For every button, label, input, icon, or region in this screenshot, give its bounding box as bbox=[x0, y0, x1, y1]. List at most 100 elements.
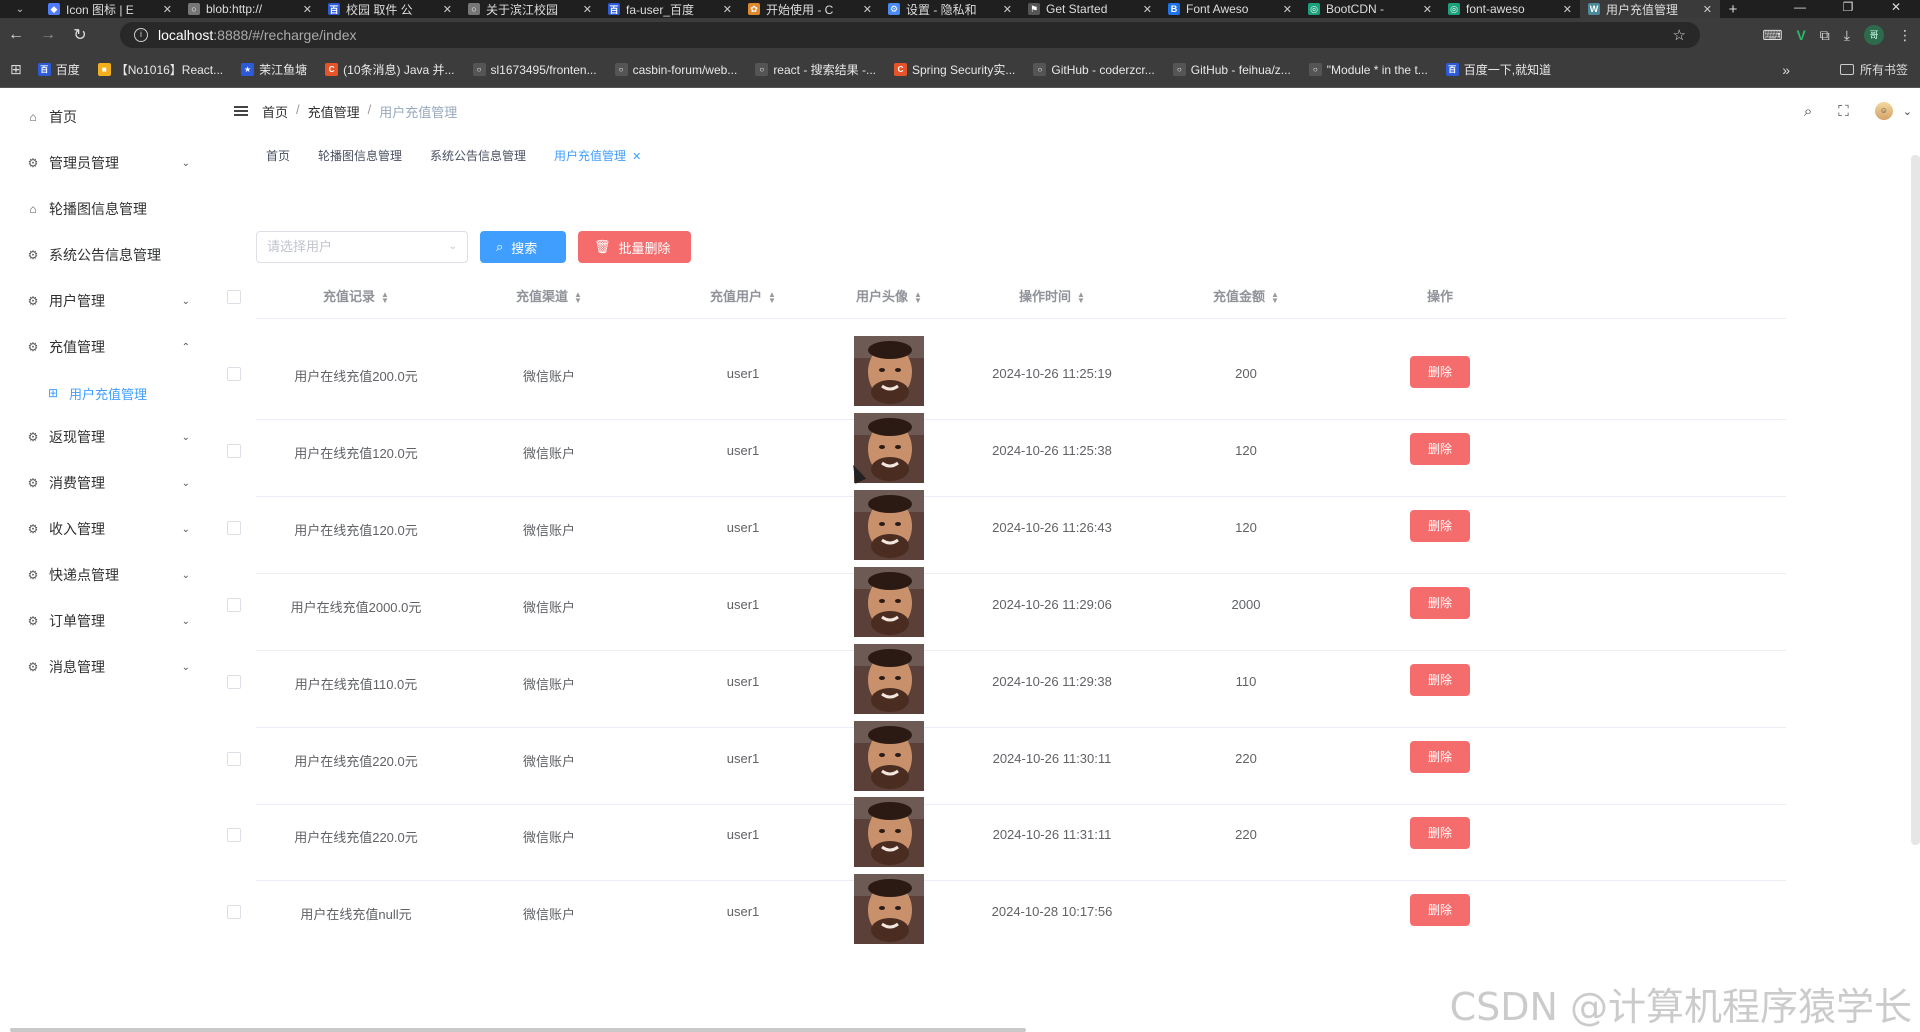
column-header[interactable]: 操作时间 ▲ ▼ bbox=[972, 276, 1132, 318]
new-tab-button[interactable]: + bbox=[1720, 1, 1746, 18]
bookmark-item[interactable]: 百百度一下,就知道 bbox=[1445, 61, 1551, 78]
all-bookmarks[interactable]: 所有书签 bbox=[1839, 61, 1908, 78]
site-info-icon[interactable]: i bbox=[134, 28, 148, 42]
browser-tab[interactable]: ◆ Icon 图标 | E ✕ bbox=[40, 0, 180, 18]
browser-tab[interactable]: ○ 关于滨江校园 ✕ bbox=[460, 0, 600, 18]
sidebar-item[interactable]: ⚙ 消息管理 ⌄ bbox=[0, 639, 220, 695]
bookmark-item[interactable]: ○ "Module * in the t... bbox=[1308, 61, 1428, 78]
more-bookmarks-icon[interactable]: » bbox=[1782, 62, 1790, 78]
fullscreen-icon[interactable]: ⛶ bbox=[1838, 103, 1849, 120]
profile-avatar[interactable]: 哥 bbox=[1864, 25, 1884, 45]
close-tab-icon[interactable]: ✕ bbox=[1143, 3, 1152, 16]
url-bar[interactable]: i localhost:8888/#/recharge/index ☆ bbox=[120, 22, 1700, 48]
user-avatar-image[interactable] bbox=[854, 413, 924, 483]
bookmark-item[interactable]: ★ 茉江鱼塘 bbox=[241, 61, 307, 78]
column-header[interactable]: 充值用户 ▲ ▼ bbox=[683, 276, 803, 318]
search-icon[interactable]: ⌕ bbox=[1804, 103, 1812, 120]
sort-icon[interactable]: ▲ ▼ bbox=[914, 290, 922, 304]
extensions-icon[interactable]: ⧉ bbox=[1820, 27, 1830, 44]
translate-icon[interactable]: ⌨ bbox=[1762, 27, 1782, 44]
sort-icon[interactable]: ▲ ▼ bbox=[768, 290, 776, 304]
close-tab-icon[interactable]: ✕ bbox=[583, 3, 592, 16]
browser-tab[interactable]: ⚑ Get Started ✕ bbox=[1020, 0, 1160, 18]
close-tab-icon[interactable]: ✕ bbox=[443, 3, 452, 16]
browser-menu-icon[interactable]: ⋮ bbox=[1898, 27, 1912, 44]
browser-tab[interactable]: ○ blob:http:// ✕ bbox=[180, 0, 320, 18]
row-checkbox[interactable] bbox=[227, 521, 241, 535]
delete-button[interactable]: 删除 bbox=[1410, 587, 1470, 619]
user-avatar-image[interactable] bbox=[854, 567, 924, 637]
delete-button[interactable]: 删除 bbox=[1410, 664, 1470, 696]
bookmark-star-icon[interactable]: ☆ bbox=[1673, 26, 1686, 44]
download-icon[interactable]: ⤓ bbox=[1844, 27, 1850, 44]
sort-icon[interactable]: ▲ ▼ bbox=[1271, 290, 1279, 304]
vertical-scrollbar[interactable] bbox=[1911, 155, 1920, 845]
delete-button[interactable]: 删除 bbox=[1410, 741, 1470, 773]
apps-grid-icon[interactable]: ⊞ bbox=[10, 61, 22, 78]
user-avatar[interactable]: ☺ bbox=[1874, 102, 1893, 120]
bookmark-item[interactable]: ○ react - 搜索结果 -... bbox=[755, 61, 876, 78]
browser-tab[interactable]: 百 fa-user_百度 ✕ bbox=[600, 0, 740, 18]
sort-icon[interactable]: ▲ ▼ bbox=[574, 290, 582, 304]
close-tab-icon[interactable]: ✕ bbox=[1423, 3, 1432, 16]
row-checkbox[interactable] bbox=[227, 828, 241, 842]
select-all-checkbox[interactable] bbox=[227, 290, 241, 304]
tag-recharge[interactable]: 用户充值管理 ✕ bbox=[540, 144, 655, 168]
sort-icon[interactable]: ▲ ▼ bbox=[381, 290, 389, 304]
tag-carousel[interactable]: 轮播图信息管理 bbox=[304, 144, 416, 168]
tag-notice[interactable]: 系统公告信息管理 bbox=[416, 144, 540, 168]
tab-search-icon[interactable]: ⌄ bbox=[0, 4, 40, 15]
bookmark-item[interactable]: ○ GitHub - feihua/z... bbox=[1172, 61, 1291, 78]
user-avatar-image[interactable] bbox=[854, 874, 924, 944]
bookmark-item[interactable]: 百百度 bbox=[37, 61, 80, 78]
delete-button[interactable]: 删除 bbox=[1410, 356, 1470, 388]
sort-icon[interactable]: ▲ ▼ bbox=[1077, 290, 1085, 304]
chevron-down-icon[interactable]: ⌄ bbox=[1903, 105, 1912, 118]
row-checkbox[interactable] bbox=[227, 905, 241, 919]
user-select[interactable]: 请选择用户 ⌄ bbox=[256, 231, 468, 263]
bookmark-item[interactable]: ○ sl1673495/fronten... bbox=[472, 61, 597, 78]
delete-button[interactable]: 删除 bbox=[1410, 510, 1470, 542]
column-header[interactable]: 充值金额 ▲ ▼ bbox=[1186, 276, 1306, 318]
row-checkbox[interactable] bbox=[227, 598, 241, 612]
close-tab-icon[interactable]: ✕ bbox=[303, 3, 312, 16]
row-checkbox[interactable] bbox=[227, 675, 241, 689]
forward-icon[interactable]: → bbox=[32, 26, 64, 44]
close-tab-icon[interactable]: ✕ bbox=[163, 3, 172, 16]
close-tab-icon[interactable]: ✕ bbox=[723, 3, 732, 16]
user-avatar-image[interactable] bbox=[854, 336, 924, 406]
row-checkbox[interactable] bbox=[227, 444, 241, 458]
browser-tab[interactable]: W 用户充值管理 ✕ bbox=[1580, 0, 1720, 18]
row-checkbox[interactable] bbox=[227, 752, 241, 766]
close-tab-icon[interactable]: ✕ bbox=[863, 3, 872, 16]
bookmark-item[interactable]: ■ 【No1016】React... bbox=[97, 61, 223, 78]
hamburger-icon[interactable] bbox=[234, 106, 248, 116]
user-avatar-image[interactable] bbox=[854, 797, 924, 867]
browser-tab[interactable]: ◎ font-aweso ✕ bbox=[1440, 0, 1580, 18]
batch-delete-button[interactable]: 🗑 批量删除 bbox=[578, 231, 691, 263]
browser-tab[interactable]: ◎ BootCDN - ✕ bbox=[1300, 0, 1440, 18]
close-tab-icon[interactable]: ✕ bbox=[1563, 3, 1572, 16]
browser-tab[interactable]: ✿ 开始使用 - C ✕ bbox=[740, 0, 880, 18]
user-avatar-image[interactable] bbox=[854, 644, 924, 714]
browser-tab[interactable]: B Font Aweso ✕ bbox=[1160, 0, 1300, 18]
close-icon[interactable]: ✕ bbox=[632, 151, 641, 163]
close-tab-icon[interactable]: ✕ bbox=[1003, 3, 1012, 16]
vue-devtools-icon[interactable]: V bbox=[1796, 27, 1805, 43]
restore-icon[interactable]: ❐ bbox=[1824, 0, 1872, 18]
tag-home[interactable]: 首页 bbox=[252, 144, 304, 168]
browser-tab[interactable]: 百校园 取件 公 ✕ bbox=[320, 0, 460, 18]
bookmark-item[interactable]: ○ GitHub - coderzcr... bbox=[1033, 61, 1155, 78]
breadcrumb-item[interactable]: 首页 bbox=[262, 102, 288, 121]
bookmark-item[interactable]: C (10条消息) Java 并... bbox=[325, 61, 455, 78]
delete-button[interactable]: 删除 bbox=[1410, 894, 1470, 926]
close-window-icon[interactable]: ✕ bbox=[1872, 0, 1920, 18]
reload-icon[interactable]: ↻ bbox=[64, 25, 96, 45]
browser-tab[interactable]: ⚙ 设置 - 隐私和 ✕ bbox=[880, 0, 1020, 18]
minimize-icon[interactable]: — bbox=[1776, 0, 1824, 18]
user-avatar-image[interactable] bbox=[854, 721, 924, 791]
bookmark-item[interactable]: ○ casbin-forum/web... bbox=[614, 61, 737, 78]
column-header[interactable]: 用户头像 ▲ ▼ bbox=[829, 276, 949, 318]
row-checkbox[interactable] bbox=[227, 367, 241, 381]
close-tab-icon[interactable]: ✕ bbox=[1703, 3, 1712, 16]
